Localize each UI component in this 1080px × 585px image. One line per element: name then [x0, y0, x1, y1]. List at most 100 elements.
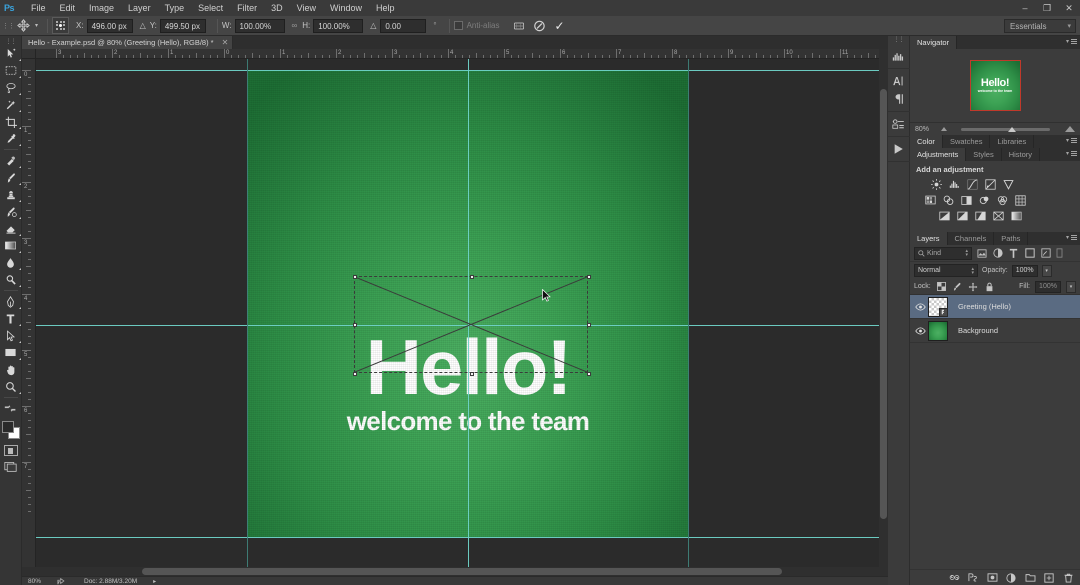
layer-visibility-toggle-greeting[interactable]	[912, 295, 928, 319]
navigator-slider-knob[interactable]	[1008, 126, 1017, 132]
new-adjustment-layer-icon[interactable]	[1005, 572, 1017, 584]
lock-position-icon[interactable]	[968, 281, 979, 292]
tab-layers[interactable]: Layers	[910, 232, 948, 245]
transform-handle-bc[interactable]	[470, 372, 474, 376]
adjustments-panel-menu[interactable]: ▾	[1066, 150, 1077, 157]
menu-help[interactable]: Help	[369, 0, 402, 16]
crop-tool[interactable]	[0, 113, 22, 130]
options-bar-grip[interactable]: ⋮⋮	[2, 16, 15, 36]
cancel-transform-button[interactable]: ⊘	[529, 18, 549, 35]
transform-handle-tc[interactable]	[470, 275, 474, 279]
fill-value[interactable]: 100%	[1035, 280, 1061, 293]
properties-icon[interactable]	[889, 115, 909, 133]
lock-image-pixels-icon[interactable]	[952, 281, 963, 292]
layer-row-background[interactable]: Background	[910, 319, 1080, 343]
canvas-horizontal-scrollbar[interactable]	[22, 567, 888, 576]
gradient-map-icon[interactable]	[1010, 210, 1023, 222]
layers-menu-caret-icon[interactable]: ▾	[1066, 234, 1069, 241]
menu-view[interactable]: View	[290, 0, 323, 16]
guide-vertical-left[interactable]	[247, 59, 248, 576]
rectangular-marquee-tool[interactable]	[0, 62, 22, 79]
x-input[interactable]: 496.00 px	[86, 18, 133, 33]
angle-input[interactable]: 0.00	[380, 18, 427, 33]
navigator-panel-menu[interactable]: ▾	[1066, 38, 1077, 45]
paragraph-icon[interactable]	[889, 90, 909, 108]
width-input[interactable]: 100.00%	[234, 18, 285, 33]
menu-3d[interactable]: 3D	[264, 0, 290, 16]
layer-filter-kind-select[interactable]: Kind ▴ ▾	[914, 246, 972, 260]
brush-tool[interactable]	[0, 169, 22, 186]
new-group-icon[interactable]	[1024, 572, 1036, 584]
y-input[interactable]: 499.50 px	[159, 18, 206, 33]
shape-filter-icon[interactable]	[1023, 247, 1036, 260]
document-tab[interactable]: Hello - Example.psd @ 80% (Greeting (Hel…	[22, 36, 234, 49]
eyedropper-tool[interactable]	[0, 130, 22, 147]
add-layer-style-icon[interactable]	[967, 572, 979, 584]
height-input[interactable]: 100.00%	[313, 18, 364, 33]
transform-handle-mr[interactable]	[587, 323, 591, 327]
status-zoom-value[interactable]: 80%	[28, 578, 54, 585]
horizontal-ruler[interactable]: 3 2 1 0 1 2 3 4 5 6 7 8 9 10 11	[36, 49, 888, 59]
screen-mode-icon[interactable]	[4, 460, 18, 472]
blur-tool[interactable]	[0, 254, 22, 271]
tab-paths[interactable]: Paths	[994, 232, 1029, 245]
history-brush-tool[interactable]	[0, 203, 22, 220]
link-layers-icon[interactable]	[948, 572, 960, 584]
navigator-menu-lines-icon[interactable]	[1071, 39, 1077, 44]
layer-filter-toggle[interactable]	[1055, 247, 1063, 260]
move-tool-icon[interactable]	[12, 18, 34, 34]
vertical-ruler[interactable]: 0 1 2 3 4 5 6 7	[22, 59, 36, 576]
foreground-color-swatch[interactable]	[1, 421, 14, 433]
navigator-zoom-value[interactable]: 80%	[915, 126, 937, 133]
brightness-contrast-icon[interactable]	[930, 178, 943, 190]
curves-icon[interactable]	[966, 178, 979, 190]
adjustments-menu-caret-icon[interactable]: ▾	[1066, 150, 1069, 157]
delete-layer-icon[interactable]	[1062, 572, 1074, 584]
opacity-value[interactable]: 100%	[1011, 264, 1038, 277]
close-button[interactable]: ✕	[1058, 0, 1080, 16]
share-icon[interactable]	[54, 577, 68, 585]
photo-filter-icon[interactable]	[978, 194, 991, 206]
reference-point-locator[interactable]	[52, 17, 70, 34]
dodge-tool[interactable]	[0, 271, 22, 288]
hand-tool[interactable]	[0, 361, 22, 378]
navigator-menu-caret-icon[interactable]: ▾	[1066, 38, 1069, 45]
spot-healing-brush-tool[interactable]	[0, 152, 22, 169]
add-layer-mask-icon[interactable]	[986, 572, 998, 584]
tab-styles[interactable]: Styles	[966, 148, 1002, 161]
histogram-icon[interactable]	[889, 47, 909, 65]
channel-mixer-icon[interactable]	[996, 194, 1009, 206]
layers-empty-space[interactable]	[910, 343, 1080, 585]
tab-libraries[interactable]: Libraries	[990, 135, 1035, 148]
tab-color[interactable]: Color	[910, 135, 943, 148]
layer-thumbnail-background[interactable]	[928, 320, 948, 341]
blend-mode-select[interactable]: Normal ▴ ▾	[914, 264, 978, 277]
guide-horizontal-top[interactable]	[36, 70, 888, 71]
gradient-tool[interactable]	[0, 237, 22, 254]
magic-wand-tool[interactable]	[0, 96, 22, 113]
layers-menu-lines-icon[interactable]	[1071, 235, 1077, 240]
tab-history[interactable]: History	[1001, 148, 1041, 161]
document-tab-close-icon[interactable]: ✕	[222, 38, 229, 47]
color-lookup-icon[interactable]	[1014, 194, 1027, 206]
navigator-preview[interactable]: Hello! welcome to the team	[910, 49, 1080, 122]
edit-toolbar-icon[interactable]	[0, 400, 22, 417]
tools-panel-grip[interactable]: ⋮⋮	[6, 38, 17, 45]
invert-icon[interactable]	[938, 210, 951, 222]
color-menu-lines-icon[interactable]	[1071, 138, 1077, 143]
adjustment-filter-icon[interactable]	[991, 247, 1004, 260]
layers-panel-menu[interactable]: ▾	[1066, 234, 1077, 241]
transform-bounding-box[interactable]	[353, 275, 591, 376]
pixel-filter-icon[interactable]	[975, 247, 988, 260]
vibrance-icon[interactable]	[1002, 178, 1015, 190]
posterize-icon[interactable]	[956, 210, 969, 222]
color-swatches[interactable]	[0, 420, 22, 442]
fill-stepper[interactable]: ▾	[1066, 280, 1076, 293]
hue-saturation-icon[interactable]	[924, 194, 937, 206]
black-white-icon[interactable]	[960, 194, 973, 206]
ruler-corner[interactable]	[22, 49, 36, 59]
canvas-viewport[interactable]: Hello! welcome to the team	[36, 59, 888, 576]
menu-filter[interactable]: Filter	[230, 0, 264, 16]
horizontal-type-tool[interactable]	[0, 310, 22, 327]
tab-channels[interactable]: Channels	[947, 232, 995, 245]
